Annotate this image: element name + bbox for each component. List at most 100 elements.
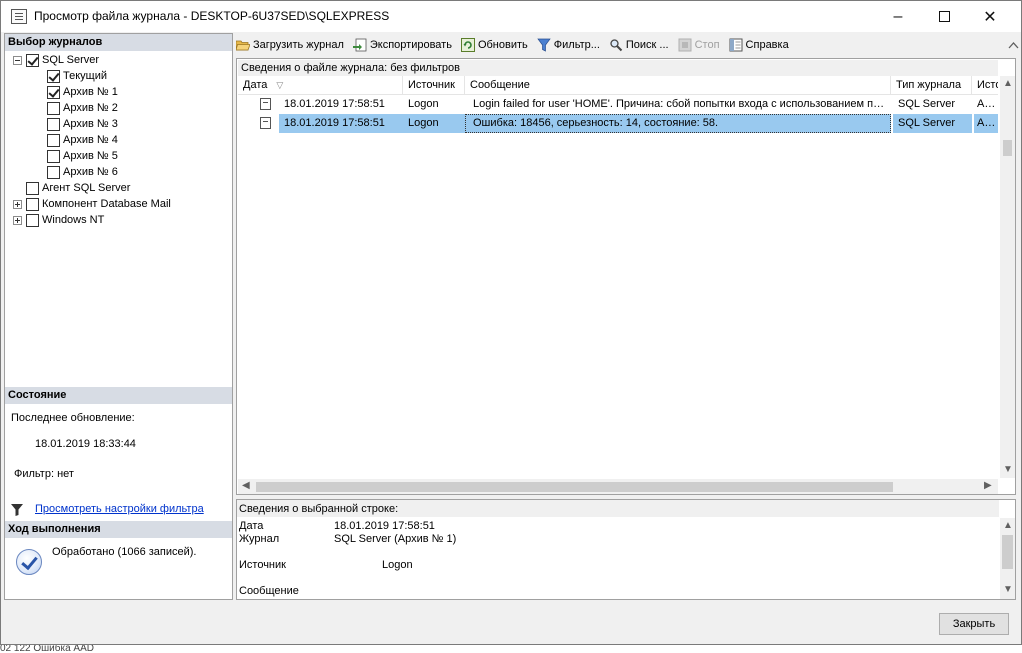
refresh-icon [460, 37, 475, 52]
status-header: Состояние [5, 387, 232, 404]
maximize-button[interactable] [921, 1, 967, 32]
tree-item-archive-4[interactable]: Архив № 4 [47, 132, 118, 148]
log-viewer-window: Просмотр файла журнала - DESKTOP-6U37SED… [0, 0, 1022, 645]
search-icon [610, 38, 623, 51]
title-bar: Просмотр файла журнала - DESKTOP-6U37SED… [1, 1, 1021, 32]
scroll-down-arrow-icon[interactable]: ▼ [1003, 584, 1013, 595]
checkbox-current[interactable] [47, 69, 60, 83]
background-window-text: 02 122 Ошибка AAD [0, 645, 1022, 653]
cell-extra: Архив [977, 98, 998, 110]
completed-check-icon [16, 549, 42, 575]
expand-icon[interactable] [13, 199, 22, 209]
stop-label: Стоп [694, 38, 720, 51]
checkbox-database-mail[interactable] [26, 197, 39, 211]
scroll-left-arrow-icon[interactable]: ◀ [242, 480, 250, 491]
tree-label: Архив № 5 [63, 150, 118, 162]
progress-header: Ход выполнения [5, 521, 232, 538]
tree-item-sql-server[interactable]: SQL Server [13, 52, 99, 68]
cell-message: Login failed for user 'HOME'. Причина: с… [473, 98, 889, 110]
scroll-down-arrow-icon[interactable]: ▼ [1003, 464, 1013, 475]
checkbox-archive-4[interactable] [47, 133, 60, 147]
column-header-message[interactable]: Сообщение [465, 76, 891, 95]
tree-label: Архив № 2 [63, 102, 118, 114]
tree-item-windows-nt[interactable]: Windows NT [13, 212, 104, 228]
cell-date: 18.01.2019 17:58:51 [279, 114, 403, 133]
load-log-label: Загрузить журнал [253, 38, 344, 51]
tree-label: Архив № 4 [63, 134, 118, 146]
refresh-button[interactable]: Обновить [460, 35, 528, 55]
filter-button[interactable]: Фильтр... [537, 35, 600, 55]
checkbox-windows-nt[interactable] [26, 213, 39, 227]
help-label: Справка [745, 38, 789, 51]
checkbox-archive-6[interactable] [47, 165, 60, 179]
window-title: Просмотр файла журнала - DESKTOP-6U37SED… [34, 9, 390, 23]
checkbox-sql-agent[interactable] [26, 181, 39, 195]
table-row-selected[interactable]: 18.01.2019 17:58:51 Logon Ошибка: 18456,… [238, 114, 998, 133]
tree-item-archive-6[interactable]: Архив № 6 [47, 164, 118, 180]
close-button[interactable]: Закрыть [939, 613, 1009, 635]
minimize-button[interactable]: – [875, 1, 921, 32]
export-button[interactable]: Экспортировать [352, 35, 452, 55]
toolbar: Загрузить журнал Экспортировать Обновить… [236, 33, 1020, 56]
vertical-scroll-thumb[interactable] [1003, 140, 1012, 156]
table-row[interactable]: 18.01.2019 17:58:51 Logon Login failed f… [238, 95, 998, 114]
details-caption: Сведения о выбранной строке: [237, 500, 999, 517]
maximize-icon [938, 11, 950, 22]
details-vertical-scrollbar[interactable]: ▲ ▼ [1000, 518, 1015, 599]
column-header-log-type[interactable]: Тип журнала [891, 76, 972, 95]
tree-label: Windows NT [42, 214, 105, 226]
column-header-source-extra[interactable]: Исто [972, 76, 998, 95]
horizontal-scroll-thumb[interactable] [256, 482, 893, 492]
log-entry-icon [260, 117, 271, 129]
expand-icon[interactable] [13, 215, 22, 225]
tree-label: Текущий [63, 70, 107, 82]
scroll-up-arrow-icon[interactable]: ▲ [1003, 520, 1013, 531]
stop-button[interactable]: Стоп [678, 35, 720, 55]
tree-item-sql-agent[interactable]: Агент SQL Server [26, 180, 130, 196]
tree-item-archive-3[interactable]: Архив № 3 [47, 116, 118, 132]
checkbox-archive-3[interactable] [47, 117, 60, 131]
cell-source: Logon [403, 114, 465, 133]
tree-item-current[interactable]: Текущий [47, 68, 107, 84]
tree-label: SQL Server [42, 54, 100, 66]
log-grid-panel: Сведения о файле журнала: без фильтров Д… [236, 58, 1016, 495]
tree-label: Архив № 1 [63, 86, 118, 98]
details-log-value: SQL Server (Архив № 1) [334, 533, 457, 545]
cell-log-type: SQL Server [893, 114, 972, 133]
column-header-source[interactable]: Источник [403, 76, 465, 95]
tree-label: Агент SQL Server [42, 182, 131, 194]
column-date-label: Дата [243, 79, 268, 91]
view-filter-settings-link[interactable]: Просмотреть настройки фильтра [35, 503, 204, 515]
tree-item-archive-5[interactable]: Архив № 5 [47, 148, 118, 164]
close-window-button[interactable]: ✕ [967, 1, 1013, 32]
tree-item-archive-2[interactable]: Архив № 2 [47, 100, 118, 116]
checkbox-archive-5[interactable] [47, 149, 60, 163]
tree-label: Архив № 6 [63, 166, 118, 178]
checkbox-sql-server[interactable] [26, 53, 39, 67]
column-header-date[interactable]: Дата ▽ [238, 76, 403, 95]
checkbox-archive-1[interactable] [47, 85, 60, 99]
details-scroll-thumb[interactable] [1002, 535, 1013, 569]
checkbox-archive-2[interactable] [47, 101, 60, 115]
scroll-right-arrow-icon[interactable]: ▶ [984, 480, 992, 491]
left-panel: Выбор журналов SQL Server Текущий Архив … [4, 33, 233, 600]
sort-desc-icon: ▽ [276, 80, 284, 90]
cell-extra: Архив [974, 114, 998, 133]
grid-vertical-scrollbar[interactable]: ▲ ▼ [1000, 76, 1015, 478]
folder-open-icon [236, 40, 250, 50]
search-button[interactable]: Поиск ... [609, 35, 669, 55]
grid-horizontal-scrollbar[interactable]: ◀ ▶ [238, 479, 998, 494]
tree-item-archive-1[interactable]: Архив № 1 [47, 84, 118, 100]
details-source-label: Источник [239, 559, 286, 571]
scroll-up-arrow-icon[interactable]: ▲ [1003, 78, 1013, 89]
tree-item-database-mail[interactable]: Компонент Database Mail [13, 196, 171, 212]
log-entry-icon [260, 98, 271, 110]
details-date-label: Дата [239, 520, 264, 532]
help-button[interactable]: Справка [729, 35, 789, 55]
scroll-up-icon [1008, 42, 1019, 49]
load-log-button[interactable]: Загрузить журнал [236, 35, 344, 55]
logs-header: Выбор журналов [5, 34, 232, 51]
row-details-panel: Сведения о выбранной строке: Дата 18.01.… [236, 499, 1016, 600]
collapse-icon[interactable] [13, 55, 22, 65]
log-tree: SQL Server Текущий Архив № 1 Архив № 2 А… [5, 52, 232, 382]
